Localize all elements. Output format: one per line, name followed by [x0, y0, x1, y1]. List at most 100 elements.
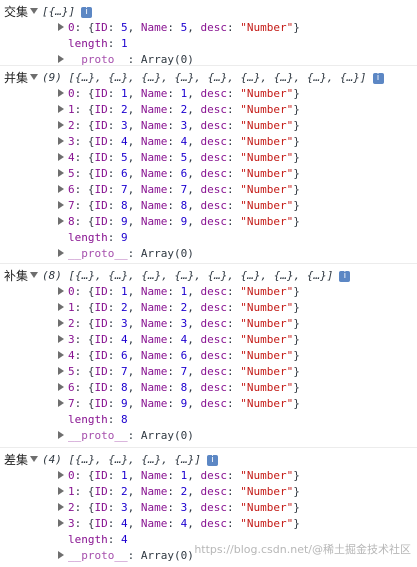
value-desc: "Number" — [240, 469, 294, 482]
key-desc: desc — [200, 349, 228, 362]
collapse-triangle-icon[interactable] — [58, 185, 64, 193]
collapse-triangle-icon[interactable] — [58, 249, 64, 257]
proto-row[interactable]: __proto__: Array(0) — [58, 246, 194, 262]
punct: , — [127, 151, 141, 164]
item-index: 8 — [68, 215, 75, 228]
item-index: 2 — [68, 501, 75, 514]
value-desc: "Number" — [240, 317, 294, 330]
collapse-triangle-icon[interactable] — [58, 471, 64, 479]
punct: , — [187, 183, 201, 196]
collapse-triangle-icon[interactable] — [58, 487, 64, 495]
array-item-row[interactable]: 6: {ID: 7, Name: 7, desc: "Number"} — [58, 182, 300, 198]
log-entry-header[interactable]: 补集 (8) [{…}, {…}, {…}, {…}, {…}, {…}, {…}… — [0, 268, 417, 284]
expand-triangle-icon[interactable] — [30, 272, 38, 278]
array-summary[interactable]: (4) [{…}, {…}, {…}, {…}] i — [30, 452, 218, 468]
collapse-triangle-icon[interactable] — [58, 55, 64, 63]
array-summary[interactable]: [{…}] i — [30, 4, 93, 20]
punct: : — [167, 485, 181, 498]
array-summary[interactable]: (9) [{…}, {…}, {…}, {…}, {…}, {…}, {…}, … — [30, 70, 384, 86]
collapse-triangle-icon[interactable] — [58, 105, 64, 113]
punct: : { — [74, 301, 95, 314]
array-item-row[interactable]: 0: {ID: 5, Name: 5, desc: "Number"} — [58, 20, 300, 36]
array-item-row[interactable]: 0: {ID: 1, Name: 1, desc: "Number"} — [58, 284, 300, 300]
proto-value: Array(0) — [140, 549, 194, 562]
array-item-row[interactable]: 6: {ID: 8, Name: 8, desc: "Number"} — [58, 380, 300, 396]
array-item-row[interactable]: 1: {ID: 2, Name: 2, desc: "Number"} — [58, 102, 300, 118]
array-item-row[interactable]: 1: {ID: 2, Name: 2, desc: "Number"} — [58, 484, 300, 500]
key-id: ID — [94, 301, 108, 314]
array-item-row[interactable]: 3: {ID: 4, Name: 4, desc: "Number"} — [58, 332, 300, 348]
array-item-row[interactable]: 3: {ID: 4, Name: 4, desc: "Number"} — [58, 134, 300, 150]
array-item-row[interactable]: 1: {ID: 2, Name: 2, desc: "Number"} — [58, 300, 300, 316]
array-item-row[interactable]: 8: {ID: 9, Name: 9, desc: "Number"} — [58, 214, 300, 230]
punct: } — [293, 365, 300, 378]
collapse-triangle-icon[interactable] — [58, 23, 64, 31]
punct: : — [227, 285, 241, 298]
collapse-triangle-icon[interactable] — [58, 383, 64, 391]
collapse-triangle-icon[interactable] — [58, 503, 64, 511]
array-summary[interactable]: (8) [{…}, {…}, {…}, {…}, {…}, {…}, {…}, … — [30, 268, 351, 284]
collapse-triangle-icon[interactable] — [58, 121, 64, 129]
collapse-triangle-icon[interactable] — [58, 153, 64, 161]
expand-triangle-icon[interactable] — [30, 456, 38, 462]
collapse-triangle-icon[interactable] — [58, 335, 64, 343]
array-item-row[interactable]: 4: {ID: 6, Name: 6, desc: "Number"} — [58, 348, 300, 364]
collapse-triangle-icon[interactable] — [58, 89, 64, 97]
proto-row[interactable]: __proto__: Array(0) — [58, 548, 194, 564]
collapse-triangle-icon[interactable] — [58, 399, 64, 407]
expand-triangle-icon[interactable] — [30, 8, 38, 14]
collapse-triangle-icon[interactable] — [58, 287, 64, 295]
collapse-triangle-icon[interactable] — [58, 137, 64, 145]
expand-triangle-icon[interactable] — [30, 74, 38, 80]
proto-row[interactable]: __proto__: Array(0) — [58, 428, 194, 444]
punct: , — [127, 87, 141, 100]
array-item-row[interactable]: 7: {ID: 8, Name: 8, desc: "Number"} — [58, 198, 300, 214]
info-icon[interactable]: i — [372, 73, 384, 84]
punct: : — [227, 469, 241, 482]
array-item-row[interactable]: 0: {ID: 1, Name: 1, desc: "Number"} — [58, 86, 300, 102]
array-item-row[interactable]: 5: {ID: 6, Name: 6, desc: "Number"} — [58, 166, 300, 182]
value-id: 4 — [121, 517, 128, 530]
info-icon[interactable]: i — [81, 7, 93, 18]
punct: , — [187, 285, 201, 298]
array-item-row[interactable]: 5: {ID: 7, Name: 7, desc: "Number"} — [58, 364, 300, 380]
array-item-row[interactable]: 4: {ID: 5, Name: 5, desc: "Number"} — [58, 150, 300, 166]
info-icon[interactable]: i — [206, 455, 218, 466]
collapse-triangle-icon[interactable] — [58, 319, 64, 327]
log-entry-header[interactable]: 差集 (4) [{…}, {…}, {…}, {…}] i — [0, 452, 417, 468]
array-item-row[interactable]: 7: {ID: 9, Name: 9, desc: "Number"} — [58, 396, 300, 412]
log-entry-header[interactable]: 交集 [{…}] i — [0, 4, 417, 20]
collapse-triangle-icon[interactable] — [58, 303, 64, 311]
punct: , — [187, 317, 201, 330]
log-entry-header[interactable]: 并集 (9) [{…}, {…}, {…}, {…}, {…}, {…}, {…}… — [0, 70, 417, 86]
collapse-triangle-icon[interactable] — [58, 551, 64, 559]
key-id: ID — [94, 167, 108, 180]
item-index: 6 — [68, 183, 75, 196]
value-id: 2 — [121, 301, 128, 314]
collapse-triangle-icon[interactable] — [58, 169, 64, 177]
punct: : — [167, 87, 181, 100]
punct: : — [227, 119, 241, 132]
punct: : — [107, 119, 121, 132]
key-id: ID — [94, 151, 108, 164]
info-icon[interactable]: i — [339, 271, 351, 282]
punct: } — [293, 349, 300, 362]
key-id: ID — [94, 349, 108, 362]
array-item-row[interactable]: 0: {ID: 1, Name: 1, desc: "Number"} — [58, 468, 300, 484]
collapse-triangle-icon[interactable] — [58, 351, 64, 359]
collapse-triangle-icon[interactable] — [58, 431, 64, 439]
item-index: 7 — [68, 397, 75, 410]
array-item-row[interactable]: 3: {ID: 4, Name: 4, desc: "Number"} — [58, 516, 300, 532]
collapse-triangle-icon[interactable] — [58, 217, 64, 225]
collapse-triangle-icon[interactable] — [58, 201, 64, 209]
array-item-row[interactable]: 2: {ID: 3, Name: 3, desc: "Number"} — [58, 500, 300, 516]
value-desc: "Number" — [240, 103, 294, 116]
punct: : — [107, 21, 121, 34]
array-item-row[interactable]: 2: {ID: 3, Name: 3, desc: "Number"} — [58, 316, 300, 332]
punct: , — [127, 285, 141, 298]
collapse-triangle-icon[interactable] — [58, 367, 64, 375]
array-item-row[interactable]: 2: {ID: 3, Name: 3, desc: "Number"} — [58, 118, 300, 134]
collapse-triangle-icon[interactable] — [58, 519, 64, 527]
punct: , — [127, 21, 141, 34]
key-desc: desc — [200, 199, 228, 212]
